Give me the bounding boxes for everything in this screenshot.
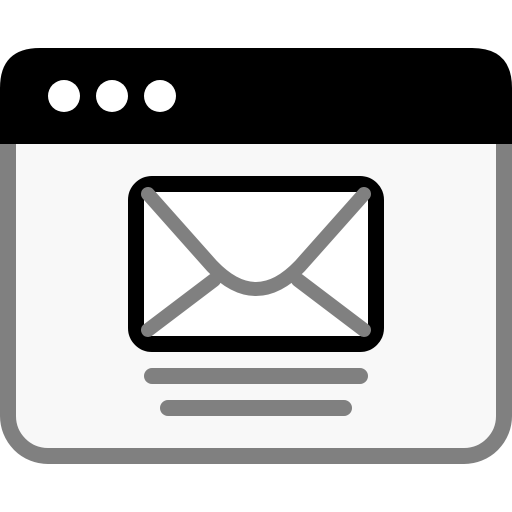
icon-canvas (0, 0, 512, 512)
window-dot-icon (144, 80, 176, 112)
email-window-icon (0, 48, 512, 464)
envelope-icon (128, 176, 384, 352)
window-dot-icon (96, 80, 128, 112)
window-controls (48, 80, 176, 112)
window-dot-icon (48, 80, 80, 112)
